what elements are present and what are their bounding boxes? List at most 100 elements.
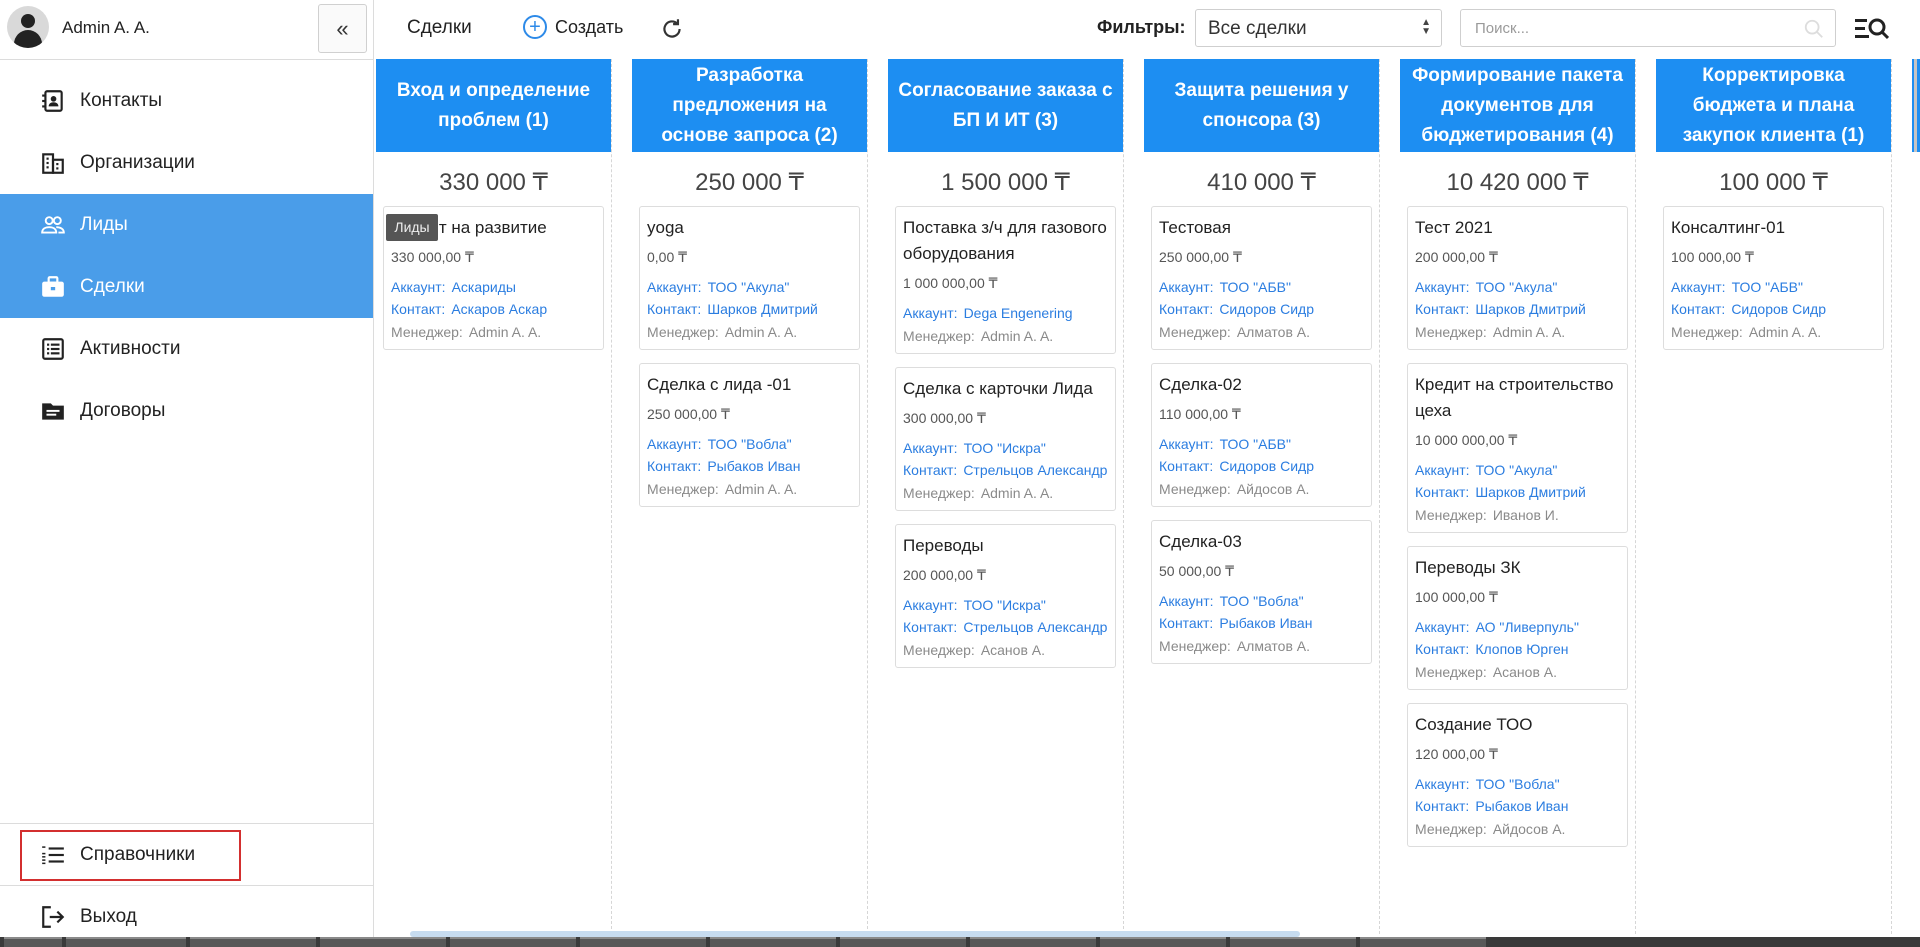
contact-link[interactable]: Рыбаков Иван [1475, 798, 1568, 814]
deal-title[interactable]: Сделка с карточки Лида [903, 376, 1108, 402]
deal-account[interactable]: Аккаунт: ТОО "АБВ" [1159, 276, 1364, 298]
deal-contact[interactable]: Контакт: Клопов Юрген [1415, 638, 1620, 660]
contact-link[interactable]: Стрельцов Александр [963, 619, 1107, 635]
taskbar-button[interactable] [320, 937, 446, 947]
deal-title[interactable]: yoga [647, 215, 852, 241]
deal-card[interactable]: Переводы ЗК 100 000,00 ₸ Аккаунт: АО "Ливер… [1407, 546, 1628, 690]
deal-title[interactable]: Переводы [903, 533, 1108, 559]
sidebar-item-dictionaries[interactable]: Справочники [0, 823, 373, 885]
deal-contact[interactable]: Контакт: Шарков Дмитрий [647, 298, 852, 320]
deal-title[interactable]: Тест 2021 [1415, 215, 1620, 241]
deal-contact[interactable]: Контакт: Рыбаков Иван [1159, 612, 1364, 634]
taskbar-button[interactable] [1230, 937, 1356, 947]
deal-account[interactable]: Аккаунт: Dega Engenering [903, 302, 1108, 324]
deal-title[interactable]: Консалтинг-01 [1671, 215, 1876, 241]
sidebar-item-organizations[interactable]: Организации [0, 132, 373, 194]
deal-card[interactable]: Поставка з/ч для газового оборудования 1 … [895, 206, 1116, 354]
contact-link[interactable]: Аскаров Аскар [451, 301, 547, 317]
deal-contact[interactable]: Контакт: Сидоров Сидр [1159, 298, 1364, 320]
taskbar-button[interactable] [450, 937, 576, 947]
column-header[interactable]: Формирование пакета документов для бюдже… [1400, 59, 1635, 152]
deal-contact[interactable]: Контакт: Сидоров Сидр [1671, 298, 1876, 320]
account-link[interactable]: ТОО "Вобла" [1476, 776, 1560, 792]
contact-link[interactable]: Сидоров Сидр [1219, 301, 1314, 317]
deal-card[interactable]: Создание ТОО 120 000,00 ₸ Аккаунт: ТОО "Воб… [1407, 703, 1628, 847]
deal-contact[interactable]: Контакт: Стрельцов Александр [903, 459, 1108, 481]
deal-contact[interactable]: Контакт: Стрельцов Александр [903, 616, 1108, 638]
account-link[interactable]: ТОО "Акула" [708, 279, 790, 295]
create-button[interactable]: + Создать [523, 15, 623, 39]
column-header[interactable]: Разработка предложения на основе запроса… [632, 59, 867, 152]
contact-link[interactable]: Клопов Юрген [1475, 641, 1568, 657]
deal-card[interactable]: Сделка-03 50 000,00 ₸ Аккаунт: ТОО "Вобла" К… [1151, 520, 1372, 664]
contact-link[interactable]: Шарков Дмитрий [1475, 301, 1586, 317]
account-link[interactable]: ТОО "АБВ" [1732, 279, 1803, 295]
deal-title[interactable]: Создание ТОО [1415, 712, 1620, 738]
deal-title[interactable]: Тестовая [1159, 215, 1364, 241]
deal-contact[interactable]: Контакт: Шарков Дмитрий [1415, 481, 1620, 503]
deal-account[interactable]: Аккаунт: ТОО "Вобла" [647, 433, 852, 455]
taskbar-button[interactable] [1100, 937, 1226, 947]
taskbar-button[interactable] [1360, 937, 1486, 947]
deal-title[interactable]: Сделка-03 [1159, 529, 1364, 555]
contact-link[interactable]: Рыбаков Иван [707, 458, 800, 474]
deal-account[interactable]: Аккаунт: Аскариды [391, 276, 596, 298]
account-link[interactable]: Аскариды [452, 279, 516, 295]
contact-link[interactable]: Сидоров Сидр [1219, 458, 1314, 474]
avatar[interactable] [7, 6, 49, 48]
account-link[interactable]: ТОО "АБВ" [1220, 279, 1291, 295]
deal-card[interactable]: yoga 0,00 ₸ Аккаунт: ТОО "Акула" Контакт: Шар… [639, 206, 860, 350]
contact-link[interactable]: Шарков Дмитрий [707, 301, 818, 317]
deal-card[interactable]: Кредит на строительство цеха 10 000 000,0… [1407, 363, 1628, 533]
taskbar-button[interactable] [66, 937, 186, 947]
deal-title[interactable]: Сделка с лида -01 [647, 372, 852, 398]
deal-account[interactable]: Аккаунт: ТОО "Вобла" [1415, 773, 1620, 795]
deal-card[interactable]: Сделка-02 110 000,00 ₸ Аккаунт: ТОО "АБВ" Ко… [1151, 363, 1372, 507]
column-header[interactable]: Вход и определение проблем (1) [376, 59, 611, 152]
filter-search-icon[interactable] [1853, 13, 1889, 45]
taskbar-button[interactable] [580, 937, 706, 947]
deal-account[interactable]: Аккаунт: ТОО "Акула" [1415, 276, 1620, 298]
deal-account[interactable]: Аккаунт: ТОО "Акула" [1415, 459, 1620, 481]
sidebar-item-contacts[interactable]: Контакты [0, 70, 373, 132]
account-link[interactable]: ТОО "Акула" [1476, 462, 1558, 478]
contact-link[interactable]: Сидоров Сидр [1731, 301, 1826, 317]
deal-card[interactable]: Сделка с лида -01 250 000,00 ₸ Аккаунт: ТОО… [639, 363, 860, 507]
deal-card[interactable]: Переводы 200 000,00 ₸ Аккаунт: ТОО "Искра" К… [895, 524, 1116, 668]
sidebar-item-deals[interactable]: Сделки [0, 256, 373, 318]
taskbar-button[interactable] [4, 937, 62, 947]
sidebar-item-contracts[interactable]: Договоры [0, 380, 373, 442]
vertical-scrollbar[interactable] [1914, 59, 1917, 152]
user-name[interactable]: Admin A. A. [62, 18, 150, 38]
filter-select[interactable]: Все сделки ▲ ▼ [1195, 9, 1442, 47]
deal-contact[interactable]: Контакт: Рыбаков Иван [647, 455, 852, 477]
taskbar-button[interactable] [970, 937, 1096, 947]
account-link[interactable]: ТОО "Искра" [964, 597, 1046, 613]
deal-card[interactable]: Консалтинг-01 100 000,00 ₸ Аккаунт: ТОО "АБ… [1663, 206, 1884, 350]
deal-contact[interactable]: Контакт: Аскаров Аскар [391, 298, 596, 320]
deal-account[interactable]: Аккаунт: ТОО "Вобла" [1159, 590, 1364, 612]
deal-account[interactable]: Аккаунт: ТОО "Искра" [903, 594, 1108, 616]
refresh-icon[interactable] [659, 16, 685, 42]
account-link[interactable]: ТОО "Вобла" [708, 436, 792, 452]
account-link[interactable]: Dega Engenering [964, 305, 1073, 321]
deal-account[interactable]: Аккаунт: ТОО "АБВ" [1671, 276, 1876, 298]
column-header[interactable]: Согласование заказа с БП И ИТ (3) [888, 59, 1123, 152]
account-link[interactable]: ТОО "АБВ" [1220, 436, 1291, 452]
taskbar-button[interactable] [840, 937, 966, 947]
account-link[interactable]: ТОО "Искра" [964, 440, 1046, 456]
deal-account[interactable]: Аккаунт: ТОО "АБВ" [1159, 433, 1364, 455]
account-link[interactable]: ТОО "Акула" [1476, 279, 1558, 295]
contact-link[interactable]: Стрельцов Александр [963, 462, 1107, 478]
account-link[interactable]: АО "Ливерпуль" [1476, 619, 1579, 635]
deal-account[interactable]: Аккаунт: ТОО "Искра" [903, 437, 1108, 459]
collapse-sidebar-button[interactable]: « [318, 4, 367, 53]
deal-title[interactable]: Переводы ЗК [1415, 555, 1620, 581]
column-header[interactable]: Защита решения у спонсора (3) [1144, 59, 1379, 152]
deal-account[interactable]: Аккаунт: АО "Ливерпуль" [1415, 616, 1620, 638]
contact-link[interactable]: Шарков Дмитрий [1475, 484, 1586, 500]
sidebar-item-leads[interactable]: Лиды [0, 194, 373, 256]
taskbar-button[interactable] [190, 937, 316, 947]
deal-contact[interactable]: Контакт: Сидоров Сидр [1159, 455, 1364, 477]
sidebar-item-activities[interactable]: Активности [0, 318, 373, 380]
